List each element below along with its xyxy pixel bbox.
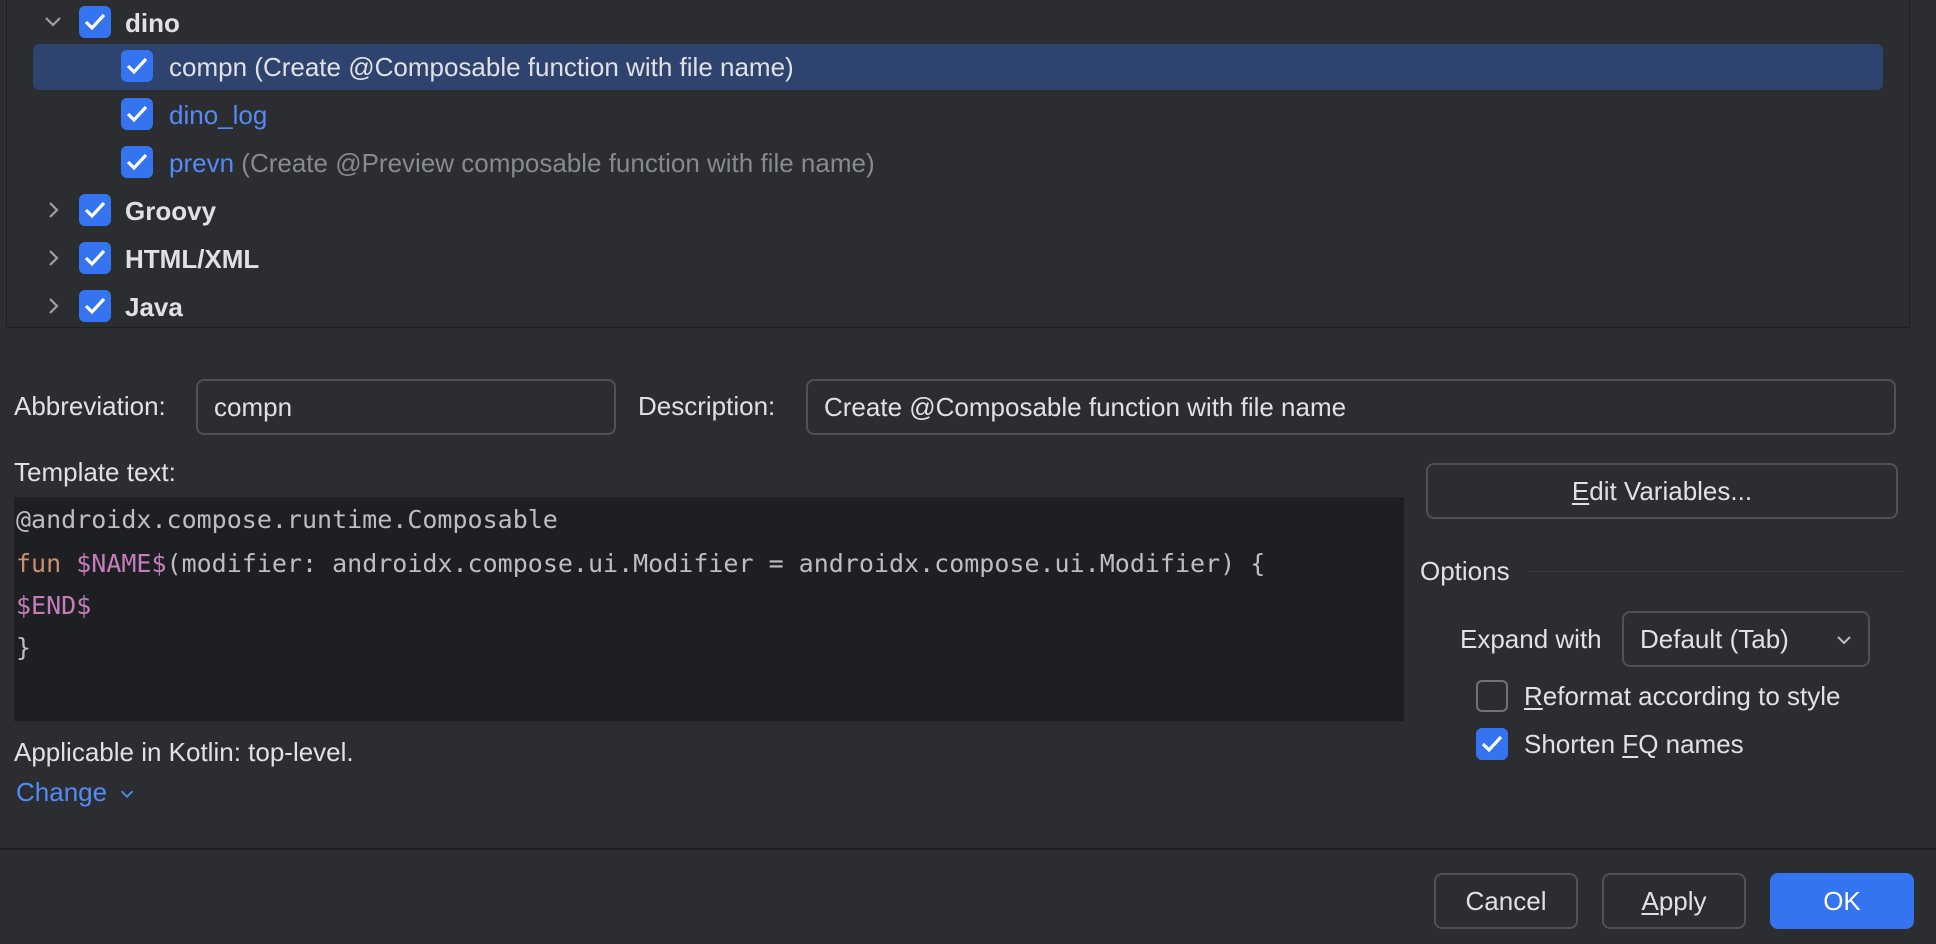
template-abbreviation: dino_log [169, 100, 268, 130]
ok-button[interactable]: OK [1770, 873, 1914, 929]
shorten-fq-names-label: Shorten FQ names [1524, 728, 1744, 760]
reformat-label: Reformat according to style [1524, 680, 1840, 712]
chevron-right-icon[interactable] [39, 292, 67, 320]
code-line: fun $NAME$(modifier: androidx.compose.ui… [16, 547, 1265, 581]
checkbox-checked-icon[interactable] [79, 194, 111, 226]
tree-group-label: dino [125, 8, 180, 38]
abbreviation-label: Abbreviation: [14, 391, 166, 421]
chevron-down-icon[interactable] [39, 8, 67, 36]
cancel-button[interactable]: Cancel [1434, 873, 1578, 929]
tree-group-label: Java [125, 292, 183, 322]
options-section-title: Options [1420, 556, 1510, 586]
code-annotation: @androidx.compose.runtime.Composable [16, 505, 558, 534]
expand-with-label: Expand with [1460, 624, 1602, 654]
tree-group-label: Groovy [125, 196, 217, 226]
live-templates-tree[interactable]: dino compn (Create @Composable function … [6, 0, 1910, 328]
tree-item-label: prevn (Create @Preview composable functi… [169, 147, 875, 179]
template-abbreviation: compn [169, 52, 248, 82]
mnemonic-letter: R [1524, 681, 1543, 711]
code-line: @androidx.compose.runtime.Composable [16, 503, 558, 537]
mnemonic-letter: E [1571, 476, 1590, 506]
tree-item-dino-log[interactable]: dino_log [7, 92, 1909, 138]
checkbox-checked-icon[interactable] [79, 242, 111, 274]
abbreviation-input[interactable]: compn [196, 379, 616, 435]
tree-group-java[interactable]: Java [7, 284, 1909, 330]
code-text: (modifier: androidx.compose.ui.Modifier … [166, 549, 1266, 578]
option-text: Shorten [1524, 729, 1623, 759]
change-context-link[interactable]: Change [16, 776, 136, 808]
tree-group-groovy[interactable]: Groovy [7, 188, 1909, 234]
chevron-right-icon[interactable] [39, 196, 67, 224]
code-keyword: fun [16, 549, 62, 578]
tree-group-label: HTML/XML [125, 244, 260, 274]
applicable-context-text: Applicable in Kotlin: top-level. [14, 737, 354, 767]
edit-variables-button[interactable]: Edit Variables... [1426, 463, 1898, 519]
template-description: (Create @Composable function with file n… [254, 52, 794, 82]
option-text: eformat according to style [1542, 681, 1841, 711]
code-text: } [16, 633, 32, 662]
template-text-editor[interactable]: @androidx.compose.runtime.Composable fun… [14, 497, 1404, 721]
code-line: $END$ [16, 589, 91, 623]
tree-item-label: compn (Create @Composable function with … [169, 51, 794, 83]
code-template-variable: $END$ [16, 591, 92, 620]
checkbox-checked-icon[interactable] [121, 98, 153, 130]
checkbox-checked-icon[interactable] [121, 50, 153, 82]
checkbox-checked-icon[interactable] [79, 6, 111, 38]
description-input[interactable]: Create @Composable function with file na… [806, 379, 1896, 435]
chevron-down-icon [121, 790, 134, 799]
expand-with-value: Default (Tab) [1640, 624, 1789, 654]
description-label: Description: [638, 391, 776, 421]
checkbox-unchecked-icon[interactable] [1476, 680, 1508, 712]
mnemonic-letter: F [1622, 729, 1639, 759]
code-template-variable: $NAME$ [76, 549, 167, 578]
option-text: Q names [1638, 729, 1744, 759]
button-label: dit Variables... [1589, 476, 1753, 506]
template-abbreviation: prevn [169, 148, 235, 178]
change-link-label: Change [16, 777, 108, 807]
tree-group-html-xml[interactable]: HTML/XML [7, 236, 1909, 282]
code-line: } [16, 631, 31, 665]
tree-item-compn[interactable]: compn (Create @Composable function with … [33, 44, 1883, 90]
shorten-fq-names-option[interactable]: Shorten FQ names [1476, 728, 1896, 768]
button-label: pply [1658, 886, 1707, 916]
apply-button[interactable]: Apply [1602, 873, 1746, 929]
mnemonic-letter: A [1641, 886, 1659, 916]
chevron-down-icon [1837, 636, 1851, 645]
chevron-right-icon[interactable] [39, 244, 67, 272]
tree-group-dino[interactable]: dino [7, 0, 1909, 46]
template-text-label: Template text: [14, 457, 176, 487]
checkbox-checked-icon[interactable] [1476, 728, 1508, 760]
reformat-option[interactable]: Reformat according to style [1476, 680, 1896, 720]
template-description: (Create @Preview composable function wit… [241, 148, 875, 178]
tree-item-prevn[interactable]: prevn (Create @Preview composable functi… [7, 140, 1909, 186]
checkbox-checked-icon[interactable] [79, 290, 111, 322]
checkbox-checked-icon[interactable] [121, 146, 153, 178]
expand-with-dropdown[interactable]: Default (Tab) [1622, 611, 1870, 667]
options-separator [1530, 571, 1902, 572]
